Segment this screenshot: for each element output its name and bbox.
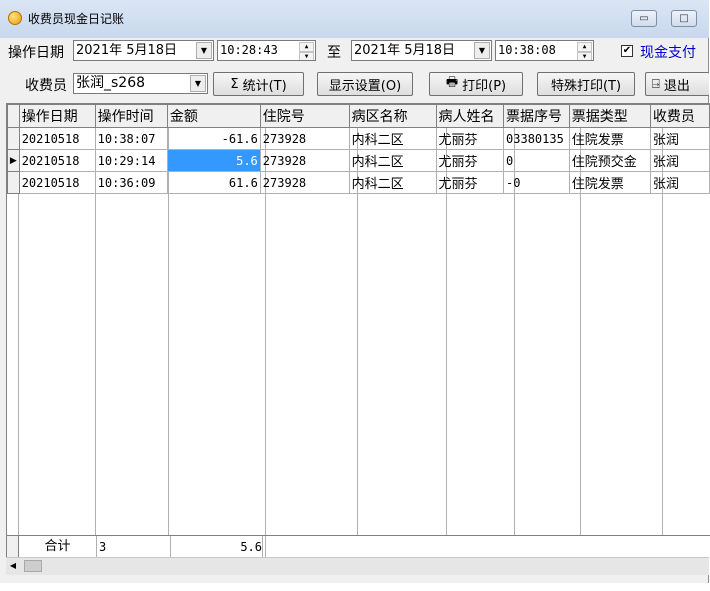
chevron-down-icon[interactable]: ▼ <box>190 75 206 92</box>
table-header-row: 操作日期 操作时间 金额 住院号 病区名称 病人姓名 票据序号 票据类型 收费员 <box>7 104 710 128</box>
printer-icon: 🖶 <box>445 75 459 90</box>
table-cell[interactable]: 内科二区 <box>348 127 437 150</box>
table-row[interactable]: ▶ 20210518 10:29:14 5.6 273928 内科二区 尤丽芬 … <box>7 149 710 172</box>
totals-amount: 5.6 <box>169 536 263 558</box>
start-time-picker[interactable]: 10:28:43 ▲ ▼ <box>217 40 316 61</box>
totals-indicator <box>7 536 19 558</box>
exit-door-icon: ⍈ <box>652 76 660 92</box>
table-cell[interactable]: 住院发票 <box>568 127 651 150</box>
totals-count: 3 <box>97 536 171 558</box>
table-cell[interactable]: 张润 <box>649 127 710 150</box>
chevron-down-icon[interactable]: ▼ <box>474 42 490 59</box>
column-header[interactable]: 金额 <box>166 104 261 128</box>
display-settings-button[interactable]: 显示设置(O) <box>317 72 413 96</box>
table-cell[interactable]: 10:36:09 <box>94 171 168 194</box>
stats-label: 统计(T) <box>242 78 287 94</box>
column-header[interactable]: 操作日期 <box>18 104 96 128</box>
spin-up-icon: ▲ <box>299 42 314 52</box>
spin-down-icon: ▼ <box>299 52 314 60</box>
table-cell[interactable]: 273928 <box>259 127 350 150</box>
column-header[interactable]: 病人姓名 <box>435 104 505 128</box>
table-cell[interactable]: 61.6 <box>166 171 261 194</box>
table-cell[interactable]: -61.6 <box>166 127 261 150</box>
table-cell[interactable]: 张润 <box>649 171 710 194</box>
end-date-value: 2021年 5月18日 <box>354 43 456 58</box>
table-cell[interactable]: 20210518 <box>18 171 96 194</box>
table-cell[interactable]: 0 <box>503 149 570 172</box>
column-header[interactable]: 票据类型 <box>568 104 651 128</box>
start-time-spinner[interactable]: ▲ ▼ <box>299 42 314 60</box>
exit-button[interactable]: ⍈ 退出 <box>645 72 709 96</box>
window-bottom-edge <box>0 583 710 591</box>
column-header[interactable]: 住院号 <box>259 104 350 128</box>
date-label: 操作日期 <box>8 45 64 61</box>
chevron-down-icon[interactable]: ▼ <box>196 42 212 59</box>
table-cell[interactable]: 20210518 <box>18 127 96 150</box>
horizontal-scrollbar[interactable]: ◀ <box>6 557 709 575</box>
end-time-picker[interactable]: 10:38:08 ▲ ▼ <box>495 40 594 61</box>
table-row[interactable]: 20210518 10:38:07 -61.6 273928 内科二区 尤丽芬 … <box>7 127 710 150</box>
exit-label: 退出 <box>663 78 690 94</box>
cashier-value: 张润_s268 <box>76 75 146 91</box>
row-indicator[interactable] <box>7 171 20 194</box>
spin-down-icon: ▼ <box>577 52 592 60</box>
stats-button[interactable]: Σ 统计(T) <box>213 72 304 96</box>
table-cell[interactable]: 内科二区 <box>348 171 437 194</box>
special-print-label: 特殊打印(T) <box>550 78 622 94</box>
spin-up-icon: ▲ <box>577 42 592 52</box>
special-print-button[interactable]: 特殊打印(T) <box>537 72 635 96</box>
current-row-indicator-icon[interactable]: ▶ <box>7 149 20 172</box>
window-title: 收费员现金日记账 <box>28 12 125 26</box>
column-header[interactable]: 票据序号 <box>503 104 570 128</box>
print-label: 打印(P) <box>462 78 507 94</box>
table-cell[interactable]: 住院发票 <box>568 171 651 194</box>
cashier-select[interactable]: 张润_s268 ▼ <box>73 73 208 94</box>
app-icon <box>8 11 22 25</box>
table-row[interactable]: 20210518 10:36:09 61.6 273928 内科二区 尤丽芬 -… <box>7 171 710 194</box>
table-cell[interactable]: 内科二区 <box>348 149 437 172</box>
end-time-spinner[interactable]: ▲ ▼ <box>577 42 592 60</box>
cash-journal-window: 收费员现金日记账 ▭ □ 操作日期 2021年 5月18日 ▼ 10:28:43… <box>0 0 710 591</box>
table-cell[interactable]: 03380135 <box>503 127 570 150</box>
maximize-button[interactable]: □ <box>671 10 697 27</box>
cashier-label: 收费员 <box>25 78 67 94</box>
table-cell[interactable]: 20210518 <box>18 149 96 172</box>
display-settings-label: 显示设置(O) <box>328 78 402 94</box>
column-header[interactable]: 操作时间 <box>94 104 168 128</box>
start-date-picker[interactable]: 2021年 5月18日 ▼ <box>73 40 214 61</box>
table-cell[interactable]: 273928 <box>259 171 350 194</box>
selected-table-cell[interactable]: 5.6 <box>166 149 261 172</box>
table-cell[interactable]: 10:29:14 <box>94 149 168 172</box>
table-cell[interactable]: 尤丽芬 <box>435 171 505 194</box>
cash-payment-checkbox[interactable]: ✔ <box>621 45 633 57</box>
title-bar: 收费员现金日记账 ▭ □ <box>0 0 709 38</box>
column-header[interactable]: 病区名称 <box>348 104 437 128</box>
end-time-value: 10:38:08 <box>498 43 556 57</box>
scroll-thumb[interactable] <box>24 560 42 572</box>
row-indicator-header <box>7 104 20 128</box>
start-date-value: 2021年 5月18日 <box>76 43 178 58</box>
table-cell[interactable]: 尤丽芬 <box>435 127 505 150</box>
table-cell[interactable]: 张润 <box>649 149 710 172</box>
to-label: 至 <box>327 45 341 61</box>
table-cell[interactable]: 273928 <box>259 149 350 172</box>
table-cell[interactable]: 住院预交金 <box>568 149 651 172</box>
table-cell[interactable]: 尤丽芬 <box>435 149 505 172</box>
totals-row: 合计 3 5.6 <box>7 535 710 558</box>
minimize-button[interactable]: ▭ <box>631 10 657 27</box>
cash-payment-label[interactable]: 现金支付 <box>640 42 696 62</box>
journal-table: 操作日期 操作时间 金额 住院号 病区名称 病人姓名 票据序号 票据类型 收费员… <box>7 104 710 194</box>
table-cell[interactable]: 10:38:07 <box>94 127 168 150</box>
journal-grid[interactable]: 操作日期 操作时间 金额 住院号 病区名称 病人姓名 票据序号 票据类型 收费员… <box>6 103 710 558</box>
column-header[interactable]: 收费员 <box>649 104 710 128</box>
totals-label: 合计 <box>19 536 97 558</box>
sigma-icon: Σ <box>230 76 239 92</box>
table-cell[interactable]: -0 <box>503 171 570 194</box>
start-time-value: 10:28:43 <box>220 43 278 57</box>
print-button[interactable]: 🖶 打印(P) <box>429 72 523 96</box>
scroll-left-icon[interactable]: ◀ <box>6 558 20 574</box>
end-date-picker[interactable]: 2021年 5月18日 ▼ <box>351 40 492 61</box>
row-indicator[interactable] <box>7 127 20 150</box>
